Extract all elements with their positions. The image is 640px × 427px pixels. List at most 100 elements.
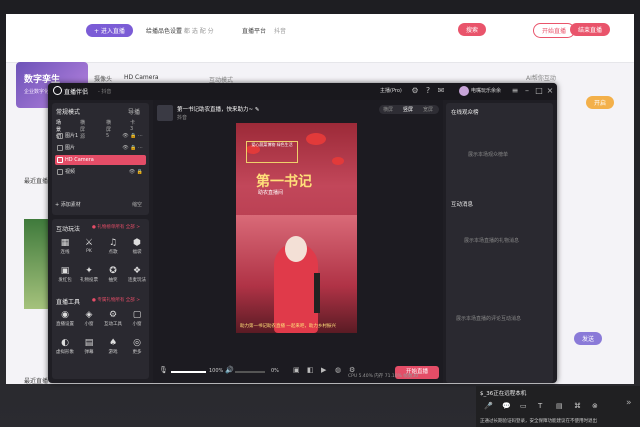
performance-stats: CPU 5.40% 内存 71.10% 帧数30 bbox=[348, 374, 419, 379]
video-icon[interactable]: ▶ bbox=[321, 366, 326, 374]
calligraphy-banner: 第一书记 bbox=[256, 174, 312, 190]
open-button[interactable]: 开启 bbox=[586, 96, 615, 109]
video-caption: 助力第一书记助农直播 一起来吧，助力乡村振兴 bbox=[240, 324, 336, 329]
record-icon[interactable]: ◧ bbox=[307, 366, 314, 374]
app-name: 直播伴侣 bbox=[64, 89, 89, 96]
microphone-icon[interactable]: 🎙 bbox=[159, 366, 168, 374]
live-title[interactable]: 第一书记助农直播，快来助力~ ✎ bbox=[177, 105, 259, 113]
tool-play-1[interactable]: ⚔ PK bbox=[78, 237, 100, 261]
recent-live-label-2: 最近直播 bbox=[24, 378, 49, 384]
stage-sign: 爱心蔬菜博物 绿色生活 bbox=[246, 141, 298, 163]
enter-live-tab[interactable]: + 进入直播 bbox=[86, 24, 133, 37]
host-badge[interactable]: 主播(Pro) bbox=[380, 87, 402, 94]
source-row-camera[interactable]: HD Camera bbox=[55, 155, 146, 165]
mic-icon[interactable]: 🎤 bbox=[484, 402, 493, 410]
tool-play-7[interactable]: ❖ 连麦玩法 bbox=[126, 265, 148, 289]
help-icon[interactable]: ? bbox=[423, 86, 433, 96]
mode-selector[interactable]: 常规模式 bbox=[56, 107, 80, 116]
folder-icon[interactable]: ▤ bbox=[556, 402, 563, 410]
speaker-volume-value: 0% bbox=[271, 368, 279, 374]
live-companion-window: 直播伴侣 - 抖音 主播(Pro) ⚙ ? ✉ 电嘴玩乐余余 ≡ – □ × 常… bbox=[48, 83, 557, 383]
camera-icon bbox=[57, 157, 63, 163]
chat-icon[interactable]: 💬 bbox=[502, 402, 511, 410]
image-icon bbox=[57, 145, 63, 151]
remote-control-tray: $_36正在远程本机 🎤 💬 ▭ T ▤ ⌘ ⊗ » 正通过长期验证码登录，安全… bbox=[476, 386, 640, 427]
platform-select[interactable]: 抖音 bbox=[274, 26, 286, 35]
camera-preview[interactable]: 爱心蔬菜博物 绿色生活 第一书记 助农直播间 助力第一书记助农直播 一起来吧，助… bbox=[236, 123, 357, 333]
mic-volume-value: 100% bbox=[209, 368, 224, 374]
effects-icon[interactable]: ◍ bbox=[335, 366, 341, 374]
calligraphy-subtitle: 助农直播间 bbox=[258, 190, 284, 196]
user-name[interactable]: 电嘴玩乐余余 bbox=[471, 87, 501, 94]
tool-live-0[interactable]: ◉ 直播设置 bbox=[54, 309, 76, 333]
tool-live-6[interactable]: ♠ 游戏 bbox=[102, 337, 124, 361]
tool-live-4[interactable]: ◐ 虚拟形象 bbox=[54, 337, 76, 361]
orientation-toggle: 横屏 竖屏 宽屏 bbox=[379, 105, 439, 114]
live-tools-title: 直播工具 bbox=[56, 299, 81, 306]
play-hint[interactable]: ● 礼物榜单所有 全部 > bbox=[92, 224, 140, 230]
host-face bbox=[285, 236, 307, 262]
source-row-image2[interactable]: 图片 👁 🔒 ⋯ bbox=[55, 143, 146, 153]
tools-hint[interactable]: ● 专属礼物所有 全部 > bbox=[92, 297, 140, 303]
close-icon[interactable]: ⊗ bbox=[592, 402, 598, 410]
camera-label: 摄像头 bbox=[94, 76, 113, 83]
orientation-landscape[interactable]: 横屏 bbox=[383, 106, 393, 113]
expand-icon[interactable]: » bbox=[626, 398, 632, 408]
avatar[interactable] bbox=[459, 86, 469, 96]
tool-live-2[interactable]: ⚙ 互动工具 bbox=[102, 309, 124, 333]
minimize-icon[interactable]: – bbox=[522, 86, 532, 96]
orientation-portrait[interactable]: 竖屏 bbox=[403, 106, 413, 113]
maximize-icon[interactable]: □ bbox=[534, 86, 544, 96]
orientation-wide[interactable]: 宽屏 bbox=[423, 106, 433, 113]
tool-live-7[interactable]: ◎ 更多 bbox=[126, 337, 148, 361]
send-button[interactable]: 发送 bbox=[574, 332, 603, 345]
video-icon bbox=[57, 169, 63, 175]
app-platform: - 抖音 bbox=[98, 89, 112, 95]
bg-end-live-button[interactable]: 结束直播 bbox=[570, 23, 611, 36]
menu-icon[interactable]: ≡ bbox=[510, 86, 520, 96]
gear-icon[interactable]: ⚙ bbox=[410, 86, 420, 96]
remote-title: $_36正在远程本机 bbox=[480, 391, 527, 397]
category-select[interactable]: 云 都 选 配 分 bbox=[176, 26, 214, 35]
clear-button[interactable]: 缩空 bbox=[132, 201, 142, 208]
live-subtitle: 抖音 bbox=[177, 115, 188, 121]
bg-start-live-button[interactable]: 开始直播 bbox=[533, 23, 576, 38]
audience-title: 在线观众榜 bbox=[451, 110, 479, 116]
close-icon[interactable]: × bbox=[545, 86, 555, 96]
tool-live-1[interactable]: ◈ 小窗 bbox=[78, 309, 100, 333]
speaker-volume-slider[interactable] bbox=[235, 371, 265, 373]
tools-panel: 互动玩法 ● 礼物榜单所有 全部 > ▦ 连线 ⚔ PK ♫ 点歌 ⬢ 福袋 ▣ 发红包 … bbox=[52, 219, 149, 379]
ai-interact-label: AI帮你互动 bbox=[526, 75, 556, 82]
mail-icon[interactable]: ✉ bbox=[436, 86, 446, 96]
interaction-panel: 互动消息 展示本场直播的礼物消息 展示本场直播的评论互动消息 bbox=[446, 195, 553, 383]
speaker-icon[interactable]: 🔊 bbox=[225, 366, 234, 374]
add-material-button[interactable]: + 添加素材 bbox=[55, 201, 81, 208]
tool-live-5[interactable]: ▤ 弹幕 bbox=[78, 337, 100, 361]
tool-play-5[interactable]: ✦ 礼物投票 bbox=[78, 265, 100, 289]
tool-play-2[interactable]: ♫ 点歌 bbox=[102, 237, 124, 261]
audience-empty: 展示本场观众榜单 bbox=[468, 152, 509, 158]
director-button[interactable]: 导播 bbox=[128, 107, 140, 116]
tool-play-0[interactable]: ▦ 连线 bbox=[54, 237, 76, 261]
lantern bbox=[332, 157, 344, 165]
tool-play-3[interactable]: ⬢ 福袋 bbox=[126, 237, 148, 261]
camera-value: HD Camera bbox=[124, 74, 159, 81]
lantern bbox=[306, 133, 326, 145]
screenshot-icon[interactable]: ▣ bbox=[293, 366, 300, 374]
live-cover-avatar[interactable] bbox=[157, 105, 173, 121]
cmd-icon[interactable]: ⌘ bbox=[574, 402, 581, 410]
source-row-video[interactable]: 视频 👁 🔒 bbox=[55, 167, 146, 177]
app-logo-icon bbox=[53, 86, 62, 95]
comment-messages-empty: 展示本场直播的评论互动消息 bbox=[456, 316, 522, 322]
tool-play-4[interactable]: ▣ 发红包 bbox=[54, 265, 76, 289]
tool-play-6[interactable]: ✪ 抽奖 bbox=[102, 265, 124, 289]
microphone-stand bbox=[314, 273, 320, 313]
screen-icon[interactable]: ▭ bbox=[520, 402, 527, 410]
search-button[interactable]: 搜索 bbox=[458, 23, 487, 36]
text-icon[interactable]: T bbox=[538, 402, 542, 410]
background-header bbox=[6, 14, 634, 63]
title-bar: 直播伴侣 - 抖音 主播(Pro) ⚙ ? ✉ 电嘴玩乐余余 ≡ – □ × bbox=[48, 83, 557, 100]
source-row-image1[interactable]: 图片1 👁 🔒 ⋯ bbox=[55, 131, 146, 141]
remote-warning: 正通过长期验证码登录，安全保障功能建议在不使用时退出 bbox=[480, 419, 597, 424]
tool-live-3[interactable]: ▢ 小窗 bbox=[126, 309, 148, 333]
